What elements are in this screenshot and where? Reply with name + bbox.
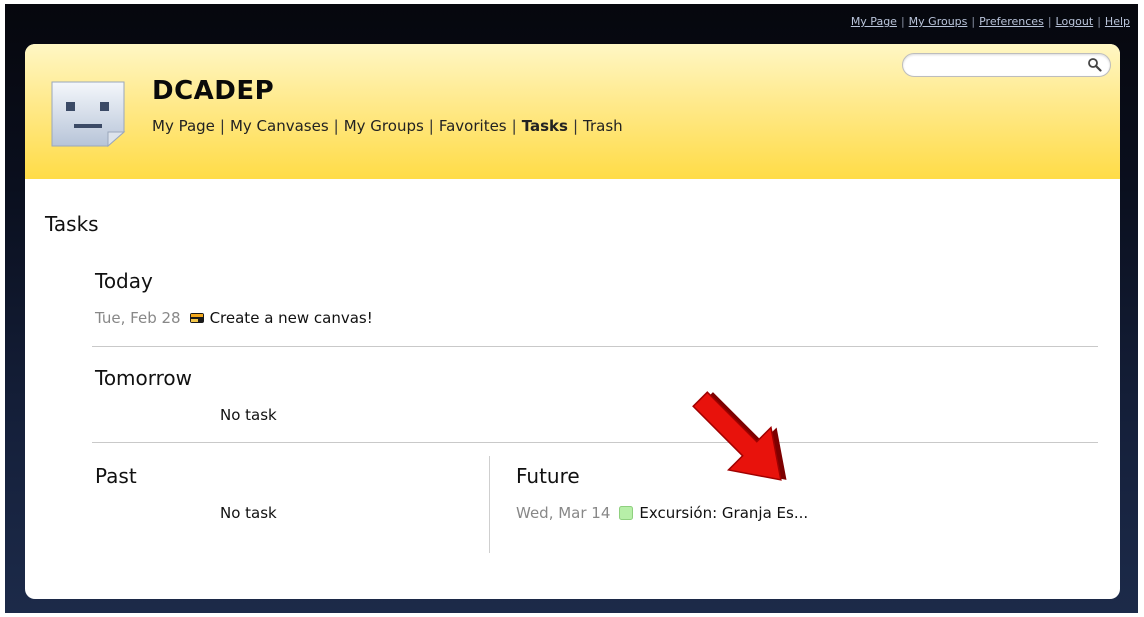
search-box (902, 53, 1111, 77)
annotation-arrow-icon (692, 391, 787, 481)
nav-my-page[interactable]: My Page (152, 117, 215, 135)
main-card: DCADEP My Page | My Canvases | My Groups | Fav… (25, 44, 1120, 599)
avatar (51, 81, 126, 148)
page-title: Tasks (45, 212, 99, 236)
top-link-help[interactable]: Help (1105, 15, 1130, 28)
task-date: Wed, Mar 14 (516, 504, 611, 522)
header: DCADEP My Page | My Canvases | My Groups | Fav… (25, 44, 1120, 179)
empty-past-text: No task (220, 504, 277, 522)
column-divider (489, 456, 490, 553)
canvas-task-icon (189, 313, 204, 323)
task-row[interactable]: Tue, Feb 28 Create a new canvas! (95, 309, 373, 327)
nav-tasks[interactable]: Tasks (522, 117, 568, 135)
section-title-today: Today (95, 269, 153, 293)
section-title-past: Past (95, 464, 137, 488)
top-link-preferences[interactable]: Preferences (979, 15, 1044, 28)
search-input[interactable] (913, 56, 1087, 76)
empty-tomorrow-text: No task (220, 406, 277, 424)
nav-my-groups[interactable]: My Groups (344, 117, 424, 135)
top-link-my-groups[interactable]: My Groups (909, 15, 968, 28)
section-title-tomorrow: Tomorrow (95, 366, 193, 390)
top-link-logout[interactable]: Logout (1056, 15, 1094, 28)
top-links: My Page | My Groups | Preferences | Logout | Hel… (850, 15, 1130, 28)
task-label[interactable]: Create a new canvas! (210, 309, 373, 327)
main-nav: My Page | My Canvases | My Groups | Favorites |… (152, 117, 623, 135)
search-icon[interactable] (1087, 57, 1102, 72)
site-title: DCADEP (152, 76, 275, 106)
divider (92, 346, 1098, 347)
top-link-my-page[interactable]: My Page (851, 15, 897, 28)
divider (92, 442, 1098, 443)
section-title-future: Future (516, 464, 580, 488)
nav-trash[interactable]: Trash (583, 117, 623, 135)
app-window: My Page | My Groups | Preferences | Logout | Hel… (5, 4, 1138, 613)
nav-favorites[interactable]: Favorites (439, 117, 507, 135)
green-square-icon (619, 506, 634, 520)
nav-my-canvases[interactable]: My Canvases (230, 117, 329, 135)
task-date: Tue, Feb 28 (95, 309, 181, 327)
